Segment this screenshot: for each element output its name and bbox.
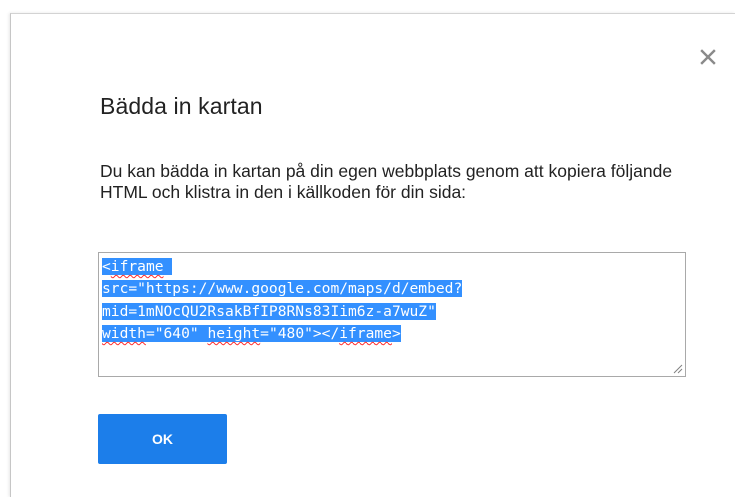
ok-button[interactable]: OK	[98, 414, 227, 464]
embed-line-2: src="https://www.google.com/maps/d/embed…	[102, 280, 463, 298]
embed-line-3: mid=1mNOcQU2RsakBfIP8RNs83Iim6z-a7wuZ"	[102, 302, 436, 320]
embed-token: iframe	[339, 324, 392, 342]
embed-token: iframe	[110, 258, 164, 275]
resize-grip-icon[interactable]	[671, 362, 683, 374]
close-button[interactable]	[695, 44, 721, 70]
close-icon	[700, 49, 716, 65]
embed-token: >	[391, 324, 401, 342]
embed-token: height	[207, 324, 261, 342]
embed-token: ="480"></	[260, 324, 340, 342]
dialog-title: Bädda in kartan	[100, 93, 263, 119]
embed-line-1: <iframe	[102, 258, 173, 275]
embed-code-text[interactable]: <iframe src="https://www.google.com/maps…	[102, 256, 680, 345]
dialog-description: Du kan bädda in kartan på din egen webbp…	[100, 161, 673, 202]
embed-line-4: width="640" height="480"></iframe>	[102, 324, 401, 342]
embed-token: <	[102, 258, 111, 275]
embed-code-textarea[interactable]: <iframe src="https://www.google.com/maps…	[98, 252, 686, 377]
page: Bädda in kartan Du kan bädda in kartan p…	[0, 0, 735, 497]
embed-token: ="640"	[145, 324, 208, 342]
embed-token: width	[102, 324, 146, 342]
embed-map-dialog: Bädda in kartan Du kan bädda in kartan p…	[10, 13, 735, 497]
